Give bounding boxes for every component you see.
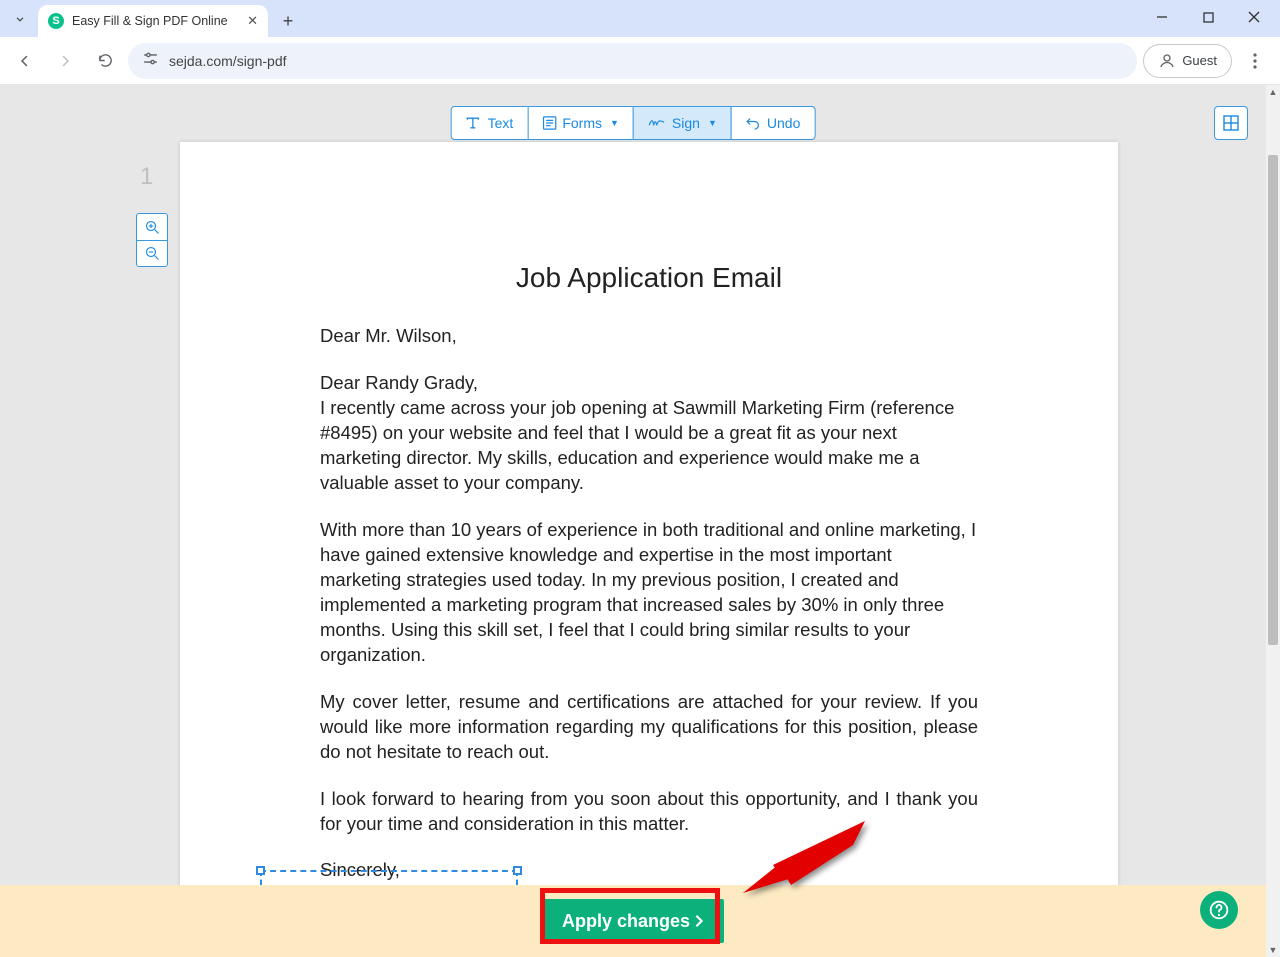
undo-icon [746,116,761,130]
resize-handle-tl[interactable] [256,866,265,875]
guest-icon [1158,52,1176,70]
zoom-out-icon [145,246,160,261]
signature-icon [648,117,666,129]
editor-toolbar: Text Forms ▼ Sign ▼ Undo [451,106,816,140]
chevron-down-icon [13,12,27,26]
window-close-button[interactable] [1234,3,1274,31]
page-number-label: 1 [140,163,153,191]
layout-grid-button[interactable] [1214,106,1248,140]
maximize-icon [1203,12,1214,23]
doc-greeting1: Dear Mr. Wilson, [320,324,978,349]
address-bar[interactable]: sejda.com/sign-pdf [128,43,1137,79]
zoom-controls [136,213,168,267]
help-icon [1209,900,1229,920]
doc-para2: With more than 10 years of experience in… [320,518,978,668]
caret-down-icon: ▼ [708,118,717,128]
zoom-in-icon [145,220,160,235]
profile-guest-button[interactable]: Guest [1143,44,1232,78]
tool-sign-button[interactable]: Sign ▼ [633,106,732,140]
doc-greeting2: Dear Randy Grady, [320,371,978,396]
caret-down-icon: ▼ [610,118,619,128]
grid-icon [1223,115,1239,131]
minimize-icon [1156,11,1168,23]
text-tool-icon [466,116,482,130]
arrow-left-icon [16,52,34,70]
doc-para1: I recently came across your job opening … [320,396,978,496]
site-settings-icon[interactable] [142,51,159,70]
new-tab-button[interactable]: + [274,7,302,35]
help-button[interactable] [1200,891,1238,929]
scroll-down-icon[interactable]: ▼ [1266,943,1280,957]
reload-icon [97,52,114,69]
arrow-right-icon [56,52,74,70]
doc-para3: My cover letter, resume and certificatio… [320,690,978,765]
guest-label: Guest [1182,53,1217,68]
close-icon [1248,11,1260,23]
nav-reload-button[interactable] [88,44,122,78]
nav-forward-button [48,44,82,78]
apply-label: Apply changes [562,911,690,932]
close-tab-icon[interactable]: ✕ [247,13,258,29]
tool-text-button[interactable]: Text [451,106,529,140]
nav-back-button[interactable] [8,44,42,78]
doc-para4: I look forward to hearing from you soon … [320,787,978,837]
zoom-in-button[interactable] [137,214,167,240]
doc-title: Job Application Email [320,262,978,294]
tab-search-dropdown[interactable] [6,5,34,33]
tool-sign-label: Sign [672,115,700,131]
forms-icon [542,116,556,130]
vertical-scrollbar[interactable]: ▲ ▼ [1266,85,1280,957]
window-minimize-button[interactable] [1142,3,1182,31]
pdf-page[interactable]: Job Application Email Dear Mr. Wilson, D… [180,142,1118,957]
tool-forms-button[interactable]: Forms ▼ [527,106,634,140]
chevron-right-icon [694,914,704,928]
resize-handle-tr[interactable] [513,866,522,875]
tool-text-label: Text [488,115,514,131]
window-maximize-button[interactable] [1188,3,1228,31]
tool-forms-label: Forms [562,115,602,131]
browser-tab[interactable]: S Easy Fill & Sign PDF Online ✕ [38,5,268,37]
apply-changes-button[interactable]: Apply changes [542,899,724,943]
kebab-icon [1253,53,1257,69]
tool-undo-label: Undo [767,115,800,131]
url-text: sejda.com/sign-pdf [169,53,287,69]
tab-title: Easy Fill & Sign PDF Online [72,14,228,28]
scroll-up-icon[interactable]: ▲ [1266,85,1280,99]
action-bar: Apply changes [0,885,1266,957]
tool-undo-button[interactable]: Undo [731,106,815,140]
browser-menu-button[interactable] [1238,44,1272,78]
scroll-thumb[interactable] [1268,155,1278,645]
zoom-out-button[interactable] [137,240,167,266]
sejda-favicon-icon: S [48,13,64,29]
